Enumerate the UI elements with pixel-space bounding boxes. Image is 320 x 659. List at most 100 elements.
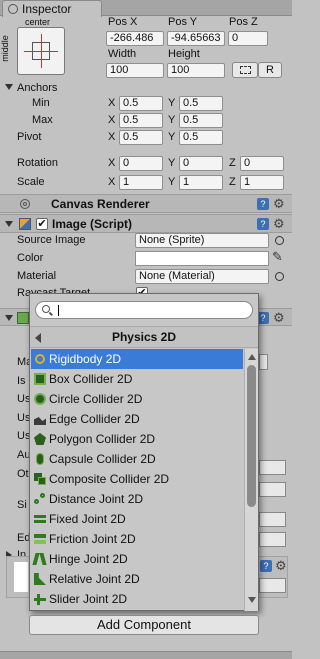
color-swatch[interactable] xyxy=(135,251,269,266)
scale-x-label: X xyxy=(108,176,116,188)
pos-z-field[interactable]: 0 xyxy=(228,31,268,46)
hidden-field[interactable] xyxy=(259,482,286,497)
foldout-arrow-icon[interactable] xyxy=(5,221,13,227)
component-item-hinge-joint-2d[interactable]: Hinge Joint 2D xyxy=(31,549,243,569)
pos-x-label: Pos X xyxy=(108,16,138,28)
source-image-label: Source Image xyxy=(17,234,86,246)
relative-joint-2d-icon xyxy=(34,573,46,585)
min-y-field[interactable]: 0.5 xyxy=(179,96,223,111)
hidden-field[interactable] xyxy=(259,532,286,547)
help-icon[interactable]: ? xyxy=(260,560,272,572)
canvas-renderer-icon xyxy=(20,199,30,209)
min-x-label: X xyxy=(108,97,116,109)
help-icon[interactable]: ? xyxy=(257,218,269,230)
source-image-field[interactable]: None (Sprite) xyxy=(135,233,269,248)
object-picker-icon[interactable] xyxy=(275,272,284,281)
scale-y-label: Y xyxy=(168,176,176,188)
search-icon-handle xyxy=(49,311,53,316)
rot-z-field[interactable]: 0 xyxy=(240,156,284,171)
pivot-x-label: X xyxy=(108,131,116,143)
capsule-collider-2d-icon xyxy=(34,453,46,465)
anchor-preset-button[interactable] xyxy=(17,27,65,75)
component-item-rigidbody-2d[interactable]: Rigidbody 2D xyxy=(31,349,243,369)
raw-edit-button[interactable]: R xyxy=(258,62,282,78)
max-y-label: Y xyxy=(168,114,176,126)
slider-joint-2d-icon xyxy=(34,593,46,605)
hidden-dropdown[interactable] xyxy=(259,578,286,593)
composite-collider-2d-icon xyxy=(34,473,46,485)
scale-z-field[interactable]: 1 xyxy=(240,175,284,190)
component-item-box-collider-2d[interactable]: Box Collider 2D xyxy=(31,369,243,389)
gear-icon[interactable]: ⚙ xyxy=(275,558,287,574)
scrollbar-thumb[interactable] xyxy=(247,365,256,507)
pivot-y-field[interactable]: 0.5 xyxy=(179,130,223,145)
eyedropper-icon[interactable]: ✎ xyxy=(272,249,283,265)
component-item-circle-collider-2d[interactable]: Circle Collider 2D xyxy=(31,389,243,409)
enabled-checkbox[interactable]: ✔ xyxy=(36,218,48,230)
inspector-icon xyxy=(8,4,18,14)
bottom-bar xyxy=(0,651,292,659)
scroll-down-arrow-icon[interactable] xyxy=(248,597,256,603)
component-item-edge-collider-2d[interactable]: Edge Collider 2D xyxy=(31,409,243,429)
add-component-popup[interactable]: Physics 2D Rigidbody 2D Box Collider 2D Ci… xyxy=(29,293,259,611)
image-component-icon xyxy=(19,218,31,230)
component-item-relative-joint-2d[interactable]: Relative Joint 2D xyxy=(31,569,243,589)
circle-collider-2d-icon xyxy=(34,393,46,405)
image-script-header[interactable]: ✔ Image (Script) ? ⚙ xyxy=(0,214,292,233)
max-x-label: X xyxy=(108,114,116,126)
hidden-field[interactable] xyxy=(259,512,286,527)
help-icon[interactable]: ? xyxy=(257,198,269,210)
component-icon xyxy=(17,312,29,324)
box-collider-2d-icon xyxy=(34,373,46,385)
anchors-label: Anchors xyxy=(17,82,58,94)
component-item-label: Relative Joint 2D xyxy=(49,572,140,586)
max-x-field[interactable]: 0.5 xyxy=(119,113,163,128)
component-item-friction-joint-2d[interactable]: Friction Joint 2D xyxy=(31,529,243,549)
hidden-field[interactable] xyxy=(259,460,286,475)
image-script-title: Image (Script) xyxy=(52,217,133,231)
rotation-label: Rotation xyxy=(17,157,58,169)
polygon-collider-2d-icon xyxy=(34,433,46,445)
hinge-joint-2d-icon xyxy=(32,553,47,565)
height-field[interactable]: 100 xyxy=(167,63,225,78)
blueprint-mode-button[interactable] xyxy=(232,62,258,78)
component-item-label: Distance Joint 2D xyxy=(49,492,144,506)
scale-x-field[interactable]: 1 xyxy=(119,175,163,190)
search-field[interactable] xyxy=(35,301,253,319)
component-item-composite-collider-2d[interactable]: Composite Collider 2D xyxy=(31,469,243,489)
component-list: Rigidbody 2D Box Collider 2D Circle Collid… xyxy=(30,349,244,607)
color-label: Color xyxy=(17,252,44,264)
anchor-preset-side-label: middle xyxy=(0,35,10,62)
canvas-renderer-header[interactable]: Canvas Renderer ? ⚙ xyxy=(0,194,292,213)
foldout-arrow-icon[interactable] xyxy=(5,315,13,321)
material-field[interactable]: None (Material) xyxy=(135,269,269,284)
pos-x-field[interactable]: -266.486 xyxy=(106,31,164,46)
max-y-field[interactable]: 0.5 xyxy=(179,113,223,128)
distance-joint-2d-icon xyxy=(34,493,46,505)
component-item-fixed-joint-2d[interactable]: Fixed Joint 2D xyxy=(31,509,243,529)
object-picker-icon[interactable] xyxy=(275,236,284,245)
min-x-field[interactable]: 0.5 xyxy=(119,96,163,111)
add-component-button[interactable]: Add Component xyxy=(29,615,259,635)
width-field[interactable]: 100 xyxy=(106,63,164,78)
tab-inspector[interactable]: Inspector xyxy=(2,0,102,17)
component-item-label: Slider Joint 2D xyxy=(49,592,128,606)
rot-y-field[interactable]: 0 xyxy=(179,156,223,171)
component-item-polygon-collider-2d[interactable]: Polygon Collider 2D xyxy=(31,429,243,449)
rot-x-field[interactable]: 0 xyxy=(119,156,163,171)
component-item-slider-joint-2d[interactable]: Slider Joint 2D xyxy=(31,589,243,607)
gear-icon[interactable]: ⚙ xyxy=(273,216,285,232)
anchors-foldout-icon[interactable] xyxy=(5,84,13,90)
gear-icon[interactable]: ⚙ xyxy=(273,196,285,212)
scroll-up-arrow-icon[interactable] xyxy=(248,354,256,360)
popup-scrollbar[interactable] xyxy=(244,349,258,611)
gear-icon[interactable]: ⚙ xyxy=(273,310,285,326)
pivot-x-field[interactable]: 0.5 xyxy=(119,130,163,145)
popup-category-header[interactable]: Physics 2D xyxy=(30,326,258,348)
pos-y-field[interactable]: -94.65663 xyxy=(167,31,225,46)
scale-y-field[interactable]: 1 xyxy=(179,175,223,190)
component-item-distance-joint-2d[interactable]: Distance Joint 2D xyxy=(31,489,243,509)
hidden-dropdown[interactable] xyxy=(259,354,268,370)
component-item-capsule-collider-2d[interactable]: Capsule Collider 2D xyxy=(31,449,243,469)
min-y-label: Y xyxy=(168,97,176,109)
